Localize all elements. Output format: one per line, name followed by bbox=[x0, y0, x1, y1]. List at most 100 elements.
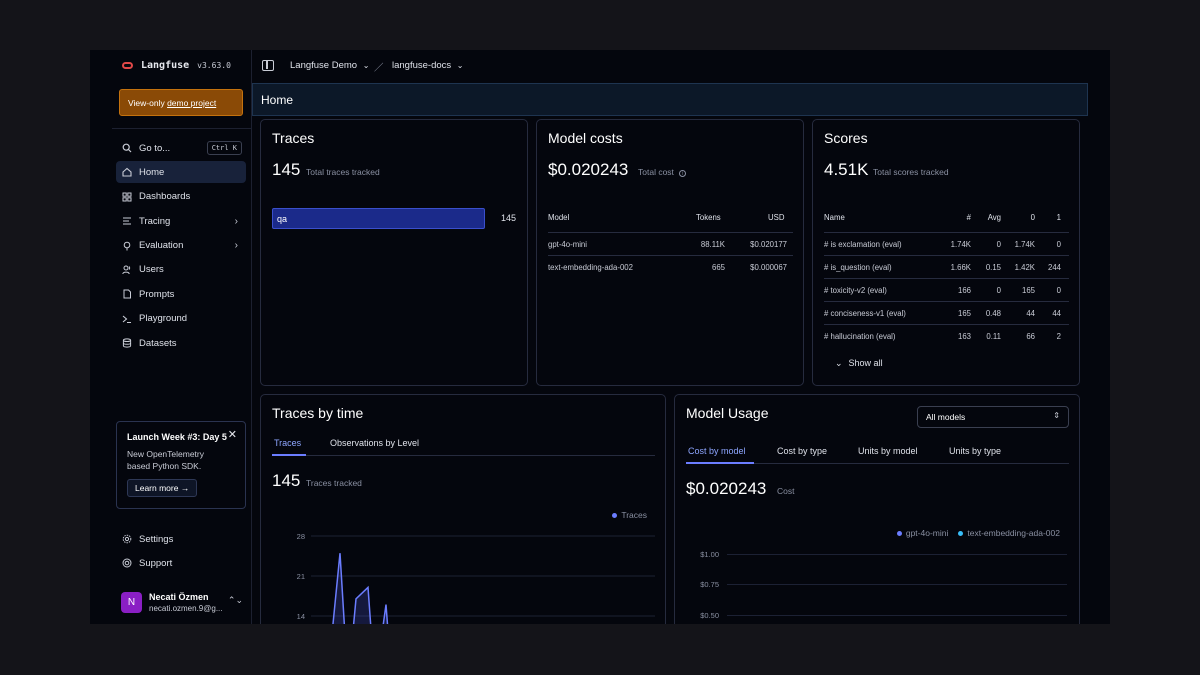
costs-header-tokens: Tokens bbox=[696, 213, 721, 222]
grid-icon bbox=[122, 192, 132, 202]
grid-line bbox=[727, 615, 1067, 616]
goto-button[interactable]: Go to... Ctrl K bbox=[116, 137, 246, 159]
list-icon bbox=[122, 216, 132, 226]
brand[interactable]: Langfuse v3.63.0 bbox=[122, 60, 231, 71]
usage-y-tick: $1.00 bbox=[700, 550, 719, 559]
scores-divider bbox=[824, 324, 1069, 325]
sidebar-item-support[interactable]: Support bbox=[116, 552, 246, 574]
score-value: 0.48 bbox=[985, 309, 1001, 318]
model-usage-card: Model Usage All models ⇕ Cost by model C… bbox=[674, 394, 1080, 624]
chevron-right-icon: › bbox=[234, 215, 238, 227]
learn-more-button[interactable]: Learn more → bbox=[127, 479, 198, 497]
score-name: # toxicity-v2 (eval) bbox=[824, 286, 887, 295]
traces-title: Traces bbox=[272, 130, 315, 146]
sidebar-item-home[interactable]: Home bbox=[116, 161, 246, 184]
sidebar-item-tracing[interactable]: Tracing › bbox=[116, 210, 246, 232]
database-icon bbox=[122, 338, 132, 348]
show-all-button[interactable]: ⌄ Show all bbox=[835, 358, 883, 369]
trace-bar-qa[interactable]: qa bbox=[272, 208, 485, 229]
chart-legend: Traces bbox=[612, 510, 647, 520]
gear-icon bbox=[122, 534, 132, 544]
score-value: 44 bbox=[1052, 309, 1061, 318]
usage-total-cost: $0.020243 bbox=[686, 479, 767, 498]
chevron-up-down-icon: ⇕ bbox=[1053, 411, 1060, 420]
traces-count-label: Total traces tracked bbox=[306, 167, 380, 177]
traces-card: Traces 145 Total traces tracked qa 145 bbox=[260, 119, 528, 386]
home-icon bbox=[122, 167, 132, 177]
sidebar-item-playground[interactable]: Playground bbox=[116, 308, 246, 330]
y-tick-label: 14 bbox=[297, 612, 305, 621]
usage-y-tick: $0.50 bbox=[700, 611, 719, 620]
usage-y-tick: $0.75 bbox=[700, 580, 719, 589]
tab-active-indicator bbox=[686, 462, 754, 464]
sidebar-item-datasets[interactable]: Datasets bbox=[116, 332, 246, 354]
sidebar-item-evaluation[interactable]: Evaluation › bbox=[116, 235, 246, 257]
sidebar-item-settings[interactable]: Settings bbox=[116, 528, 246, 550]
sidebar-divider bbox=[112, 128, 252, 129]
tab-cost-by-model[interactable]: Cost by model bbox=[688, 446, 746, 456]
score-value: 0 bbox=[996, 286, 1001, 295]
avatar: N bbox=[121, 592, 142, 613]
score-name: # is_question (eval) bbox=[824, 263, 892, 272]
brand-version: v3.63.0 bbox=[197, 61, 231, 70]
costs-divider bbox=[548, 232, 793, 233]
page-title: Home bbox=[261, 93, 294, 107]
score-name: # hallucination (eval) bbox=[824, 332, 896, 341]
score-value: 244 bbox=[1047, 263, 1061, 272]
score-name: # is exclamation (eval) bbox=[824, 240, 902, 249]
tab-traces[interactable]: Traces bbox=[274, 438, 301, 448]
tab-active-indicator bbox=[272, 454, 306, 456]
costs-cell: $0.000067 bbox=[750, 263, 787, 272]
user-email: necati.ozmen.9@g... bbox=[149, 604, 223, 613]
launch-description: New OpenTelemetry based Python SDK. bbox=[127, 449, 205, 471]
score-value: 165 bbox=[957, 309, 971, 318]
users-icon bbox=[122, 265, 132, 275]
y-tick-label: 21 bbox=[297, 572, 305, 581]
scores-header-name: Name bbox=[824, 213, 845, 222]
usage-legend: gpt-4o-mini text-embedding-ada-002 bbox=[896, 528, 1060, 538]
lifebuoy-icon bbox=[122, 558, 132, 568]
sidebar-item-dashboards[interactable]: Dashboards bbox=[116, 186, 246, 208]
score-value: 166 bbox=[957, 286, 971, 295]
traces-by-time-card: Traces by time Traces Observations by Le… bbox=[260, 394, 666, 624]
score-value: 0.15 bbox=[985, 263, 1001, 272]
model-usage-title: Model Usage bbox=[686, 405, 769, 421]
total-cost: $0.020243 bbox=[548, 160, 629, 179]
demo-project-link[interactable]: demo project bbox=[167, 98, 216, 108]
costs-header-model: Model bbox=[548, 213, 570, 222]
trace-bar-value: 145 bbox=[501, 213, 517, 223]
scores-divider bbox=[824, 278, 1069, 279]
sidebar-toggle-icon[interactable] bbox=[262, 60, 274, 71]
costs-cell: 88.11K bbox=[700, 240, 725, 249]
trace-bar-label: qa bbox=[277, 214, 288, 224]
tab-cost-by-type[interactable]: Cost by type bbox=[777, 446, 827, 456]
tab-units-by-type[interactable]: Units by type bbox=[949, 446, 1001, 456]
legend-item: text-embedding-ada-002 bbox=[958, 528, 1060, 538]
page-header: Home bbox=[252, 83, 1088, 116]
sidebar-item-users[interactable]: Users bbox=[116, 259, 246, 281]
model-select[interactable]: All models ⇕ bbox=[917, 406, 1069, 428]
user-menu[interactable]: N Necati Özmen necati.ozmen.9@g... ⌃⌄ bbox=[121, 590, 243, 616]
breadcrumb-project[interactable]: langfuse-docs ⌄ bbox=[392, 60, 464, 71]
legend-dot bbox=[958, 530, 964, 536]
costs-cell: 665 bbox=[711, 263, 725, 272]
tab-units-by-model[interactable]: Units by model bbox=[858, 446, 918, 456]
info-icon[interactable]: i bbox=[679, 170, 687, 177]
score-value: 66 bbox=[1026, 332, 1035, 341]
legend-dot bbox=[896, 530, 902, 536]
y-tick-label: 28 bbox=[297, 532, 305, 541]
sidebar-item-prompts[interactable]: Prompts bbox=[116, 283, 246, 305]
sidebar: Langfuse v3.63.0 View-only demo project … bbox=[90, 50, 252, 624]
chevron-up-down-icon: ⌃⌄ bbox=[227, 595, 243, 605]
view-only-notice: View-only demo project bbox=[119, 89, 243, 116]
close-icon[interactable]: ✕ bbox=[228, 428, 237, 441]
sidebar-nav: Go to... Ctrl K Home Dashboards Tracing … bbox=[116, 137, 246, 357]
scores-header-zero: 0 bbox=[1030, 213, 1035, 222]
breadcrumb-org[interactable]: Langfuse Demo ⌄ bbox=[290, 60, 369, 71]
tab-observations-by-level[interactable]: Observations by Level bbox=[330, 438, 419, 448]
lightbulb-icon bbox=[122, 241, 132, 251]
chevron-down-icon: ⌄ bbox=[835, 358, 843, 368]
costs-cell: $0.020177 bbox=[750, 240, 787, 249]
traces-tracked-label: Traces tracked bbox=[306, 478, 362, 488]
score-value: 1.66K bbox=[950, 263, 971, 272]
